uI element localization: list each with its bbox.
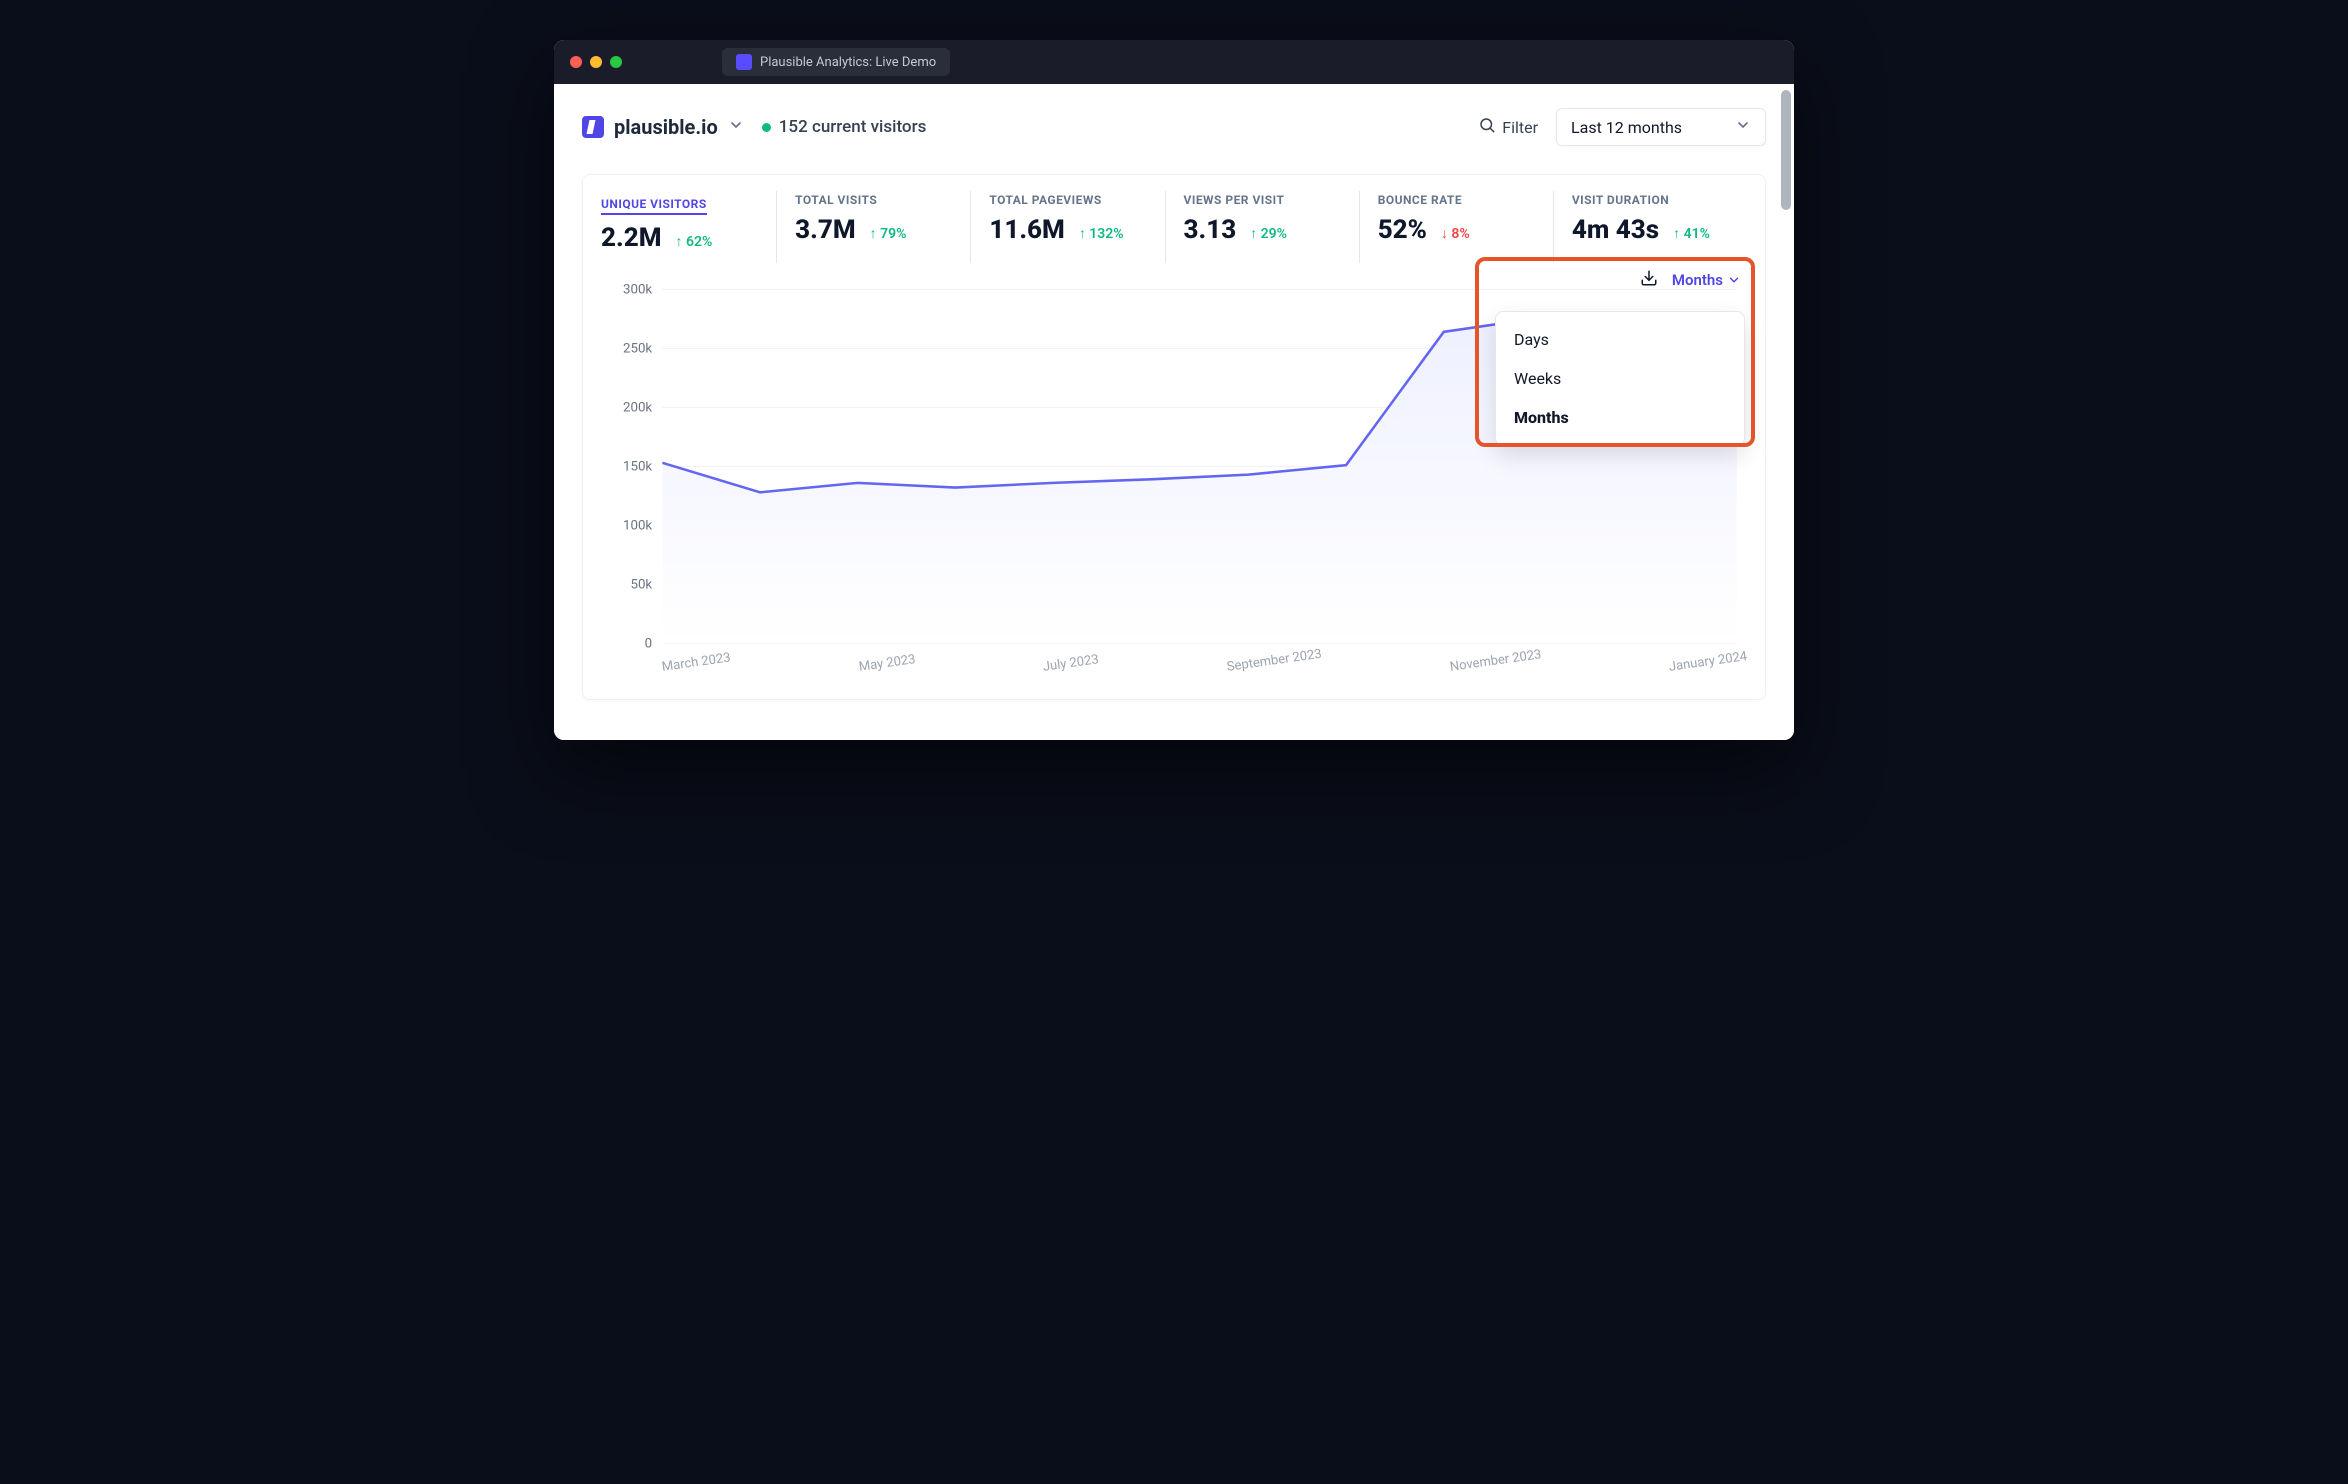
metric-delta: ↑ 29% <box>1250 225 1287 242</box>
metric-value: 3.13 <box>1184 215 1237 245</box>
browser-tab[interactable]: Plausible Analytics: Live Demo <box>722 48 950 76</box>
interval-label: Months <box>1672 271 1723 289</box>
metric-unique-visitors[interactable]: UNIQUE VISITORS 2.2M ↑ 62% <box>601 191 777 263</box>
live-visitors-text: 152 current visitors <box>779 117 927 137</box>
metric-delta: ↑ 132% <box>1079 225 1124 242</box>
metric-delta: ↑ 79% <box>870 225 907 242</box>
metric-total-pageviews[interactable]: TOTAL PAGEVIEWS 11.6M ↑ 132% <box>971 191 1165 263</box>
metric-label: VISIT DURATION <box>1572 193 1729 207</box>
filter-label: Filter <box>1502 118 1538 137</box>
metrics-row: UNIQUE VISITORS 2.2M ↑ 62% TOTAL VISITS 3.7M… <box>601 191 1747 263</box>
close-window-button[interactable] <box>570 56 582 68</box>
metric-label: BOUNCE RATE <box>1378 193 1535 207</box>
vertical-scrollbar[interactable] <box>1781 90 1791 210</box>
svg-text:50k: 50k <box>630 577 652 592</box>
date-range-selector[interactable]: Last 12 months <box>1556 108 1766 146</box>
metric-views-per-visit[interactable]: VIEWS PER VISIT 3.13 ↑ 29% <box>1166 191 1360 263</box>
metric-label: VIEWS PER VISIT <box>1184 193 1341 207</box>
plausible-favicon-icon <box>736 54 752 70</box>
search-icon <box>1478 116 1496 138</box>
chevron-down-icon <box>1735 117 1751 137</box>
metric-delta: ↓ 8% <box>1441 225 1470 242</box>
chart-toolbar: Months <box>1640 269 1741 291</box>
plausible-logo-icon <box>582 116 604 138</box>
app-window: Plausible Analytics: Live Demo plausible… <box>554 40 1794 740</box>
date-range-label: Last 12 months <box>1571 118 1682 137</box>
metric-value: 3.7M <box>795 215 855 245</box>
metric-visit-duration[interactable]: VISIT DURATION 4m 43s ↑ 41% <box>1554 191 1747 263</box>
minimize-window-button[interactable] <box>590 56 602 68</box>
chevron-down-icon <box>728 117 744 137</box>
main-chart-card: UNIQUE VISITORS 2.2M ↑ 62% TOTAL VISITS 3.7M… <box>582 174 1766 700</box>
interval-option-months[interactable]: Months <box>1496 398 1744 437</box>
metric-total-visits[interactable]: TOTAL VISITS 3.7M ↑ 79% <box>777 191 971 263</box>
svg-text:0: 0 <box>645 636 652 651</box>
svg-text:100k: 100k <box>623 518 652 533</box>
metric-value: 2.2M <box>601 223 661 253</box>
live-visitors[interactable]: 152 current visitors <box>762 117 927 137</box>
svg-text:250k: 250k <box>623 341 652 356</box>
metric-label: TOTAL VISITS <box>795 193 952 207</box>
top-bar: plausible.io 152 current visitors Filter <box>582 108 1766 146</box>
metric-value: 4m 43s <box>1572 215 1659 245</box>
svg-text:200k: 200k <box>623 400 652 415</box>
metric-label: UNIQUE VISITORS <box>601 197 707 215</box>
title-bar: Plausible Analytics: Live Demo <box>554 40 1794 84</box>
interval-option-days[interactable]: Days <box>1496 320 1744 359</box>
interval-selector[interactable]: Months <box>1672 271 1741 289</box>
live-dot-icon <box>762 123 771 132</box>
window-controls <box>570 56 622 68</box>
page-content: plausible.io 152 current visitors Filter <box>554 84 1794 740</box>
metric-delta: ↑ 62% <box>675 233 712 250</box>
metric-value: 52% <box>1378 215 1427 245</box>
metric-label: TOTAL PAGEVIEWS <box>989 193 1146 207</box>
svg-text:300k: 300k <box>623 282 652 297</box>
chart-x-axis: March 2023May 2023July 2023September 202… <box>601 660 1747 675</box>
maximize-window-button[interactable] <box>610 56 622 68</box>
metric-delta: ↑ 41% <box>1673 225 1710 242</box>
download-button[interactable] <box>1640 269 1658 291</box>
interval-dropdown: DaysWeeksMonths <box>1495 311 1745 446</box>
site-name: plausible.io <box>614 115 718 139</box>
svg-text:150k: 150k <box>623 459 652 474</box>
site-selector[interactable]: plausible.io <box>582 115 744 139</box>
tab-title: Plausible Analytics: Live Demo <box>760 55 936 70</box>
interval-option-weeks[interactable]: Weeks <box>1496 359 1744 398</box>
chevron-down-icon <box>1727 273 1741 287</box>
metric-value: 11.6M <box>989 215 1064 245</box>
chart-area: Months DaysWeeksMonths 0 50k 100k 150k 200k 2… <box>601 275 1747 675</box>
metric-bounce-rate[interactable]: BOUNCE RATE 52% ↓ 8% <box>1360 191 1554 263</box>
filter-button[interactable]: Filter <box>1478 116 1538 138</box>
